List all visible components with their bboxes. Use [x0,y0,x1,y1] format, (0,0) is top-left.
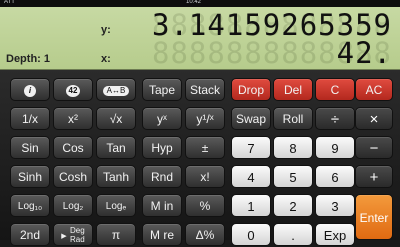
deg-rad-toggle[interactable]: ▶ Deg Rad [53,223,93,246]
square-root-button[interactable]: √x [96,107,136,130]
delete-button[interactable]: Del [273,78,313,101]
clear-button[interactable]: C [315,78,355,101]
digit-4-button[interactable]: 4 [231,165,271,188]
digit-7-button[interactable]: 7 [231,136,271,159]
keypad: i 42 A↔B Tape Stack Drop Del C AC 1/x x²… [0,70,400,246]
subtract-button[interactable]: − [355,136,393,159]
reciprocal-button[interactable]: 1/x [10,107,50,130]
hyp-button[interactable]: Hyp [142,136,182,159]
x-register-label: x: [101,53,111,65]
digit-2-button[interactable]: 2 [273,194,313,217]
power-button[interactable]: yˣ [142,107,182,130]
exponent-button[interactable]: Exp [315,223,355,246]
lcd-display: y: 8888888888888 3.14159265359 Depth: 1 … [0,7,400,70]
tape-button[interactable]: Tape [142,78,182,101]
memory-recall-button[interactable]: M re [142,223,182,246]
digit-6-button[interactable]: 6 [315,165,355,188]
carrier-label: ATT [4,0,15,5]
digit-1-button[interactable]: 1 [231,194,271,217]
x-register-value: 42. [336,36,392,70]
digit-0-button[interactable]: 0 [231,223,271,246]
stack-button[interactable]: Stack [185,78,225,101]
square-button[interactable]: x² [53,107,93,130]
cos-button[interactable]: Cos [53,136,93,159]
deg-rad-arrow-icon: ▶ [61,233,67,241]
info-button[interactable]: i [10,78,50,101]
status-bar: ATT 10:42 [0,0,400,7]
swap-ab-button[interactable]: A↔B [96,78,136,101]
log10-button[interactable]: Log₁₀ [10,194,50,217]
sinh-button[interactable]: Sinh [10,165,50,188]
log2-button[interactable]: Log₂ [53,194,93,217]
digit-5-button[interactable]: 5 [273,165,313,188]
digit-8-button[interactable]: 8 [273,136,313,159]
ln-button[interactable]: Logₑ [96,194,136,217]
tanh-button[interactable]: Tanh [96,165,136,188]
info-icon: i [24,84,36,97]
constant-42-button[interactable]: 42 [53,78,93,101]
memory-in-button[interactable]: M in [142,194,182,217]
digit-3-button[interactable]: 3 [315,194,355,217]
y-register-label: y: [101,24,111,36]
stack-depth: Depth: 1 [6,53,50,65]
swap-button[interactable]: Swap [231,107,271,130]
cosh-button[interactable]: Cosh [53,165,93,188]
add-button[interactable]: + [355,165,393,188]
factorial-button[interactable]: x! [185,165,225,188]
delta-percent-button[interactable]: Δ% [185,223,225,246]
roll-button[interactable]: Roll [273,107,313,130]
clock: 10:42 [186,0,202,5]
root-button[interactable]: y¹/ˣ [185,107,225,130]
plus-minus-button[interactable]: ± [185,136,225,159]
decimal-point-button[interactable]: . [273,223,313,246]
pi-button[interactable]: π [96,223,136,246]
all-clear-button[interactable]: AC [355,78,393,101]
swap-ab-label: A↔B [102,85,130,96]
badge-42-icon: 42 [66,84,80,97]
digit-9-button[interactable]: 9 [315,136,355,159]
random-button[interactable]: Rnd [142,165,182,188]
second-function-button[interactable]: 2nd [10,223,50,246]
drop-button[interactable]: Drop [231,78,271,101]
divide-button[interactable]: ÷ [315,107,355,130]
percent-button[interactable]: % [185,194,225,217]
multiply-button[interactable]: × [355,107,393,130]
sin-button[interactable]: Sin [10,136,50,159]
deg-label: Deg [70,226,85,235]
enter-button[interactable]: Enter [355,194,393,240]
tan-button[interactable]: Tan [96,136,136,159]
